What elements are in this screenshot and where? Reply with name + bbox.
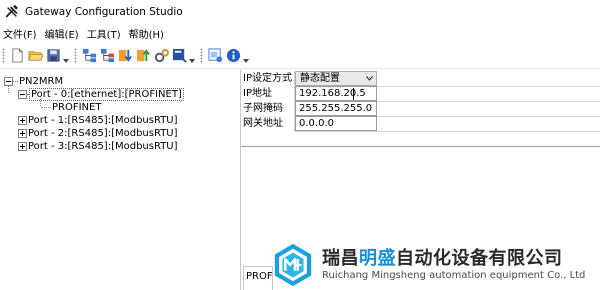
chevron-down-icon [366, 76, 373, 81]
export-button[interactable] [171, 48, 187, 64]
company-name-cn: 瑞昌明盛自动化设备有限公司 [322, 248, 585, 270]
tree-root-label: PN2MRM [19, 76, 64, 87]
settings-icon [154, 48, 169, 63]
toolbar-dropdown-1[interactable] [62, 48, 69, 64]
ip-mode-label: IP设定方式 [241, 72, 295, 87]
tree-node-profinet[interactable]: PROFINET [4, 101, 184, 114]
menu-help[interactable]: 帮助(H) [126, 26, 169, 41]
tree-node-port0[interactable]: Port - 0:[ethernet]:[PROFINET] [4, 88, 184, 101]
monitor-button[interactable] [207, 48, 223, 64]
download-icon [118, 49, 132, 62]
subnet-mask-label: 子网掩码 [241, 102, 295, 117]
company-name-block: 瑞昌明盛自动化设备有限公司 Ruichang Mingsheng automat… [322, 248, 585, 282]
gateway-value: 0.0.0.0 [299, 118, 334, 129]
property-row-ip-address: IP地址 192.168.20.5 [241, 86, 600, 102]
download-button[interactable] [117, 48, 133, 64]
tree-connector [40, 99, 41, 106]
company-name-highlight: 明盛 [359, 248, 396, 269]
menu-file[interactable]: 文件(F) [0, 26, 42, 41]
tools-icon [5, 5, 18, 18]
expand-icon[interactable] [18, 129, 27, 138]
property-grid: IP设定方式 静态配置 IP地址 192.168.20.5 子网掩码 255.2… [241, 71, 600, 132]
tree-node-port3-label: Port - 3:[RS485]:[ModbusRTU] [28, 141, 178, 152]
expand-icon[interactable] [18, 142, 27, 151]
ip-address-field[interactable]: 192.168.20.5 [295, 86, 377, 101]
company-name-en: Ruichang Mingsheng automation equipment … [322, 270, 586, 281]
ip-mode-select[interactable]: 静态配置 [295, 71, 377, 86]
tree-node-port2[interactable]: Port - 2:[RS485]:[ModbusRTU] [4, 127, 184, 140]
tree-node-port0-label: Port - 0:[ethernet]:[PROFINET] [29, 88, 184, 101]
save-icon [46, 49, 60, 62]
company-logo-icon [274, 243, 312, 287]
chevron-down-icon [188, 58, 195, 63]
chevron-down-icon [62, 58, 69, 63]
info-icon [226, 48, 240, 63]
menu-edit[interactable]: 编辑(E) [42, 26, 84, 41]
device-tree-pane: PN2MRM Port - 0:[ethernet]:[PROFINET] PR… [0, 70, 238, 290]
company-name-suffix: 自动化设备有限公司 [396, 248, 563, 269]
tree-node-port2-label: Port - 2:[RS485]:[ModbusRTU] [28, 128, 178, 139]
tree-root[interactable]: PN2MRM [4, 75, 184, 88]
ip-mode-value: 静态配置 [300, 73, 340, 84]
toolbar-grip[interactable] [200, 47, 203, 64]
company-name-prefix: 瑞昌 [322, 248, 359, 269]
new-file-icon [11, 48, 23, 63]
delete-node-icon [100, 48, 114, 63]
add-node-icon [82, 48, 96, 63]
property-row-ip-mode: IP设定方式 静态配置 [241, 71, 600, 87]
tree-connector [8, 85, 9, 93]
new-file-button[interactable] [9, 48, 25, 64]
add-node-button[interactable] [81, 48, 97, 64]
toolbar [0, 43, 600, 69]
upload-icon [136, 49, 150, 62]
property-row-subnet-mask: 子网掩码 255.255.255.0 [241, 101, 600, 117]
tree-node-port1[interactable]: Port - 1:[RS485]:[ModbusRTU] [4, 114, 184, 127]
ip-address-value: 192.168.20.5 [299, 88, 366, 99]
save-button[interactable] [45, 48, 61, 64]
collapse-icon[interactable] [18, 90, 27, 99]
toolbar-dropdown-3[interactable] [242, 48, 249, 64]
profinet-tab[interactable]: PROF [243, 266, 273, 290]
tree-connector [41, 107, 51, 108]
chevron-down-icon [242, 58, 249, 63]
open-button[interactable] [27, 48, 43, 64]
gateway-label: 网关地址 [241, 117, 295, 132]
property-row-gateway: 网关地址 0.0.0.0 [241, 116, 600, 132]
company-watermark: 瑞昌明盛自动化设备有限公司 Ruichang Mingsheng automat… [270, 240, 600, 290]
monitor-icon [207, 48, 222, 63]
expand-icon[interactable] [18, 116, 27, 125]
window-title: Gateway Configuration Studio [25, 6, 183, 18]
toolbar-grip[interactable] [2, 47, 5, 64]
subnet-mask-value: 255.255.255.0 [299, 103, 373, 114]
tree-node-profinet-label: PROFINET [52, 102, 102, 113]
text-cursor [353, 88, 354, 100]
property-divider [241, 146, 600, 147]
open-folder-icon [27, 51, 43, 61]
gateway-field[interactable]: 0.0.0.0 [295, 116, 377, 131]
title-bar: Gateway Configuration Studio [0, 0, 600, 24]
export-icon [172, 48, 187, 63]
settings-button[interactable] [153, 48, 169, 64]
toolbar-dropdown-2[interactable] [188, 48, 195, 64]
menu-bar: 文件(F) 编辑(E) 工具(T) 帮助(H) [0, 24, 600, 42]
tree-node-port3[interactable]: Port - 3:[RS485]:[ModbusRTU] [4, 140, 184, 153]
delete-node-button[interactable] [99, 48, 115, 64]
info-button[interactable] [225, 48, 241, 64]
device-tree: PN2MRM Port - 0:[ethernet]:[PROFINET] PR… [4, 75, 184, 153]
tree-node-port1-label: Port - 1:[RS485]:[ModbusRTU] [28, 115, 178, 126]
menu-tools[interactable]: 工具(T) [84, 26, 126, 41]
toolbar-grip[interactable] [74, 47, 77, 64]
ip-address-label: IP地址 [241, 87, 295, 102]
upload-button[interactable] [135, 48, 151, 64]
subnet-mask-field[interactable]: 255.255.255.0 [295, 101, 377, 116]
